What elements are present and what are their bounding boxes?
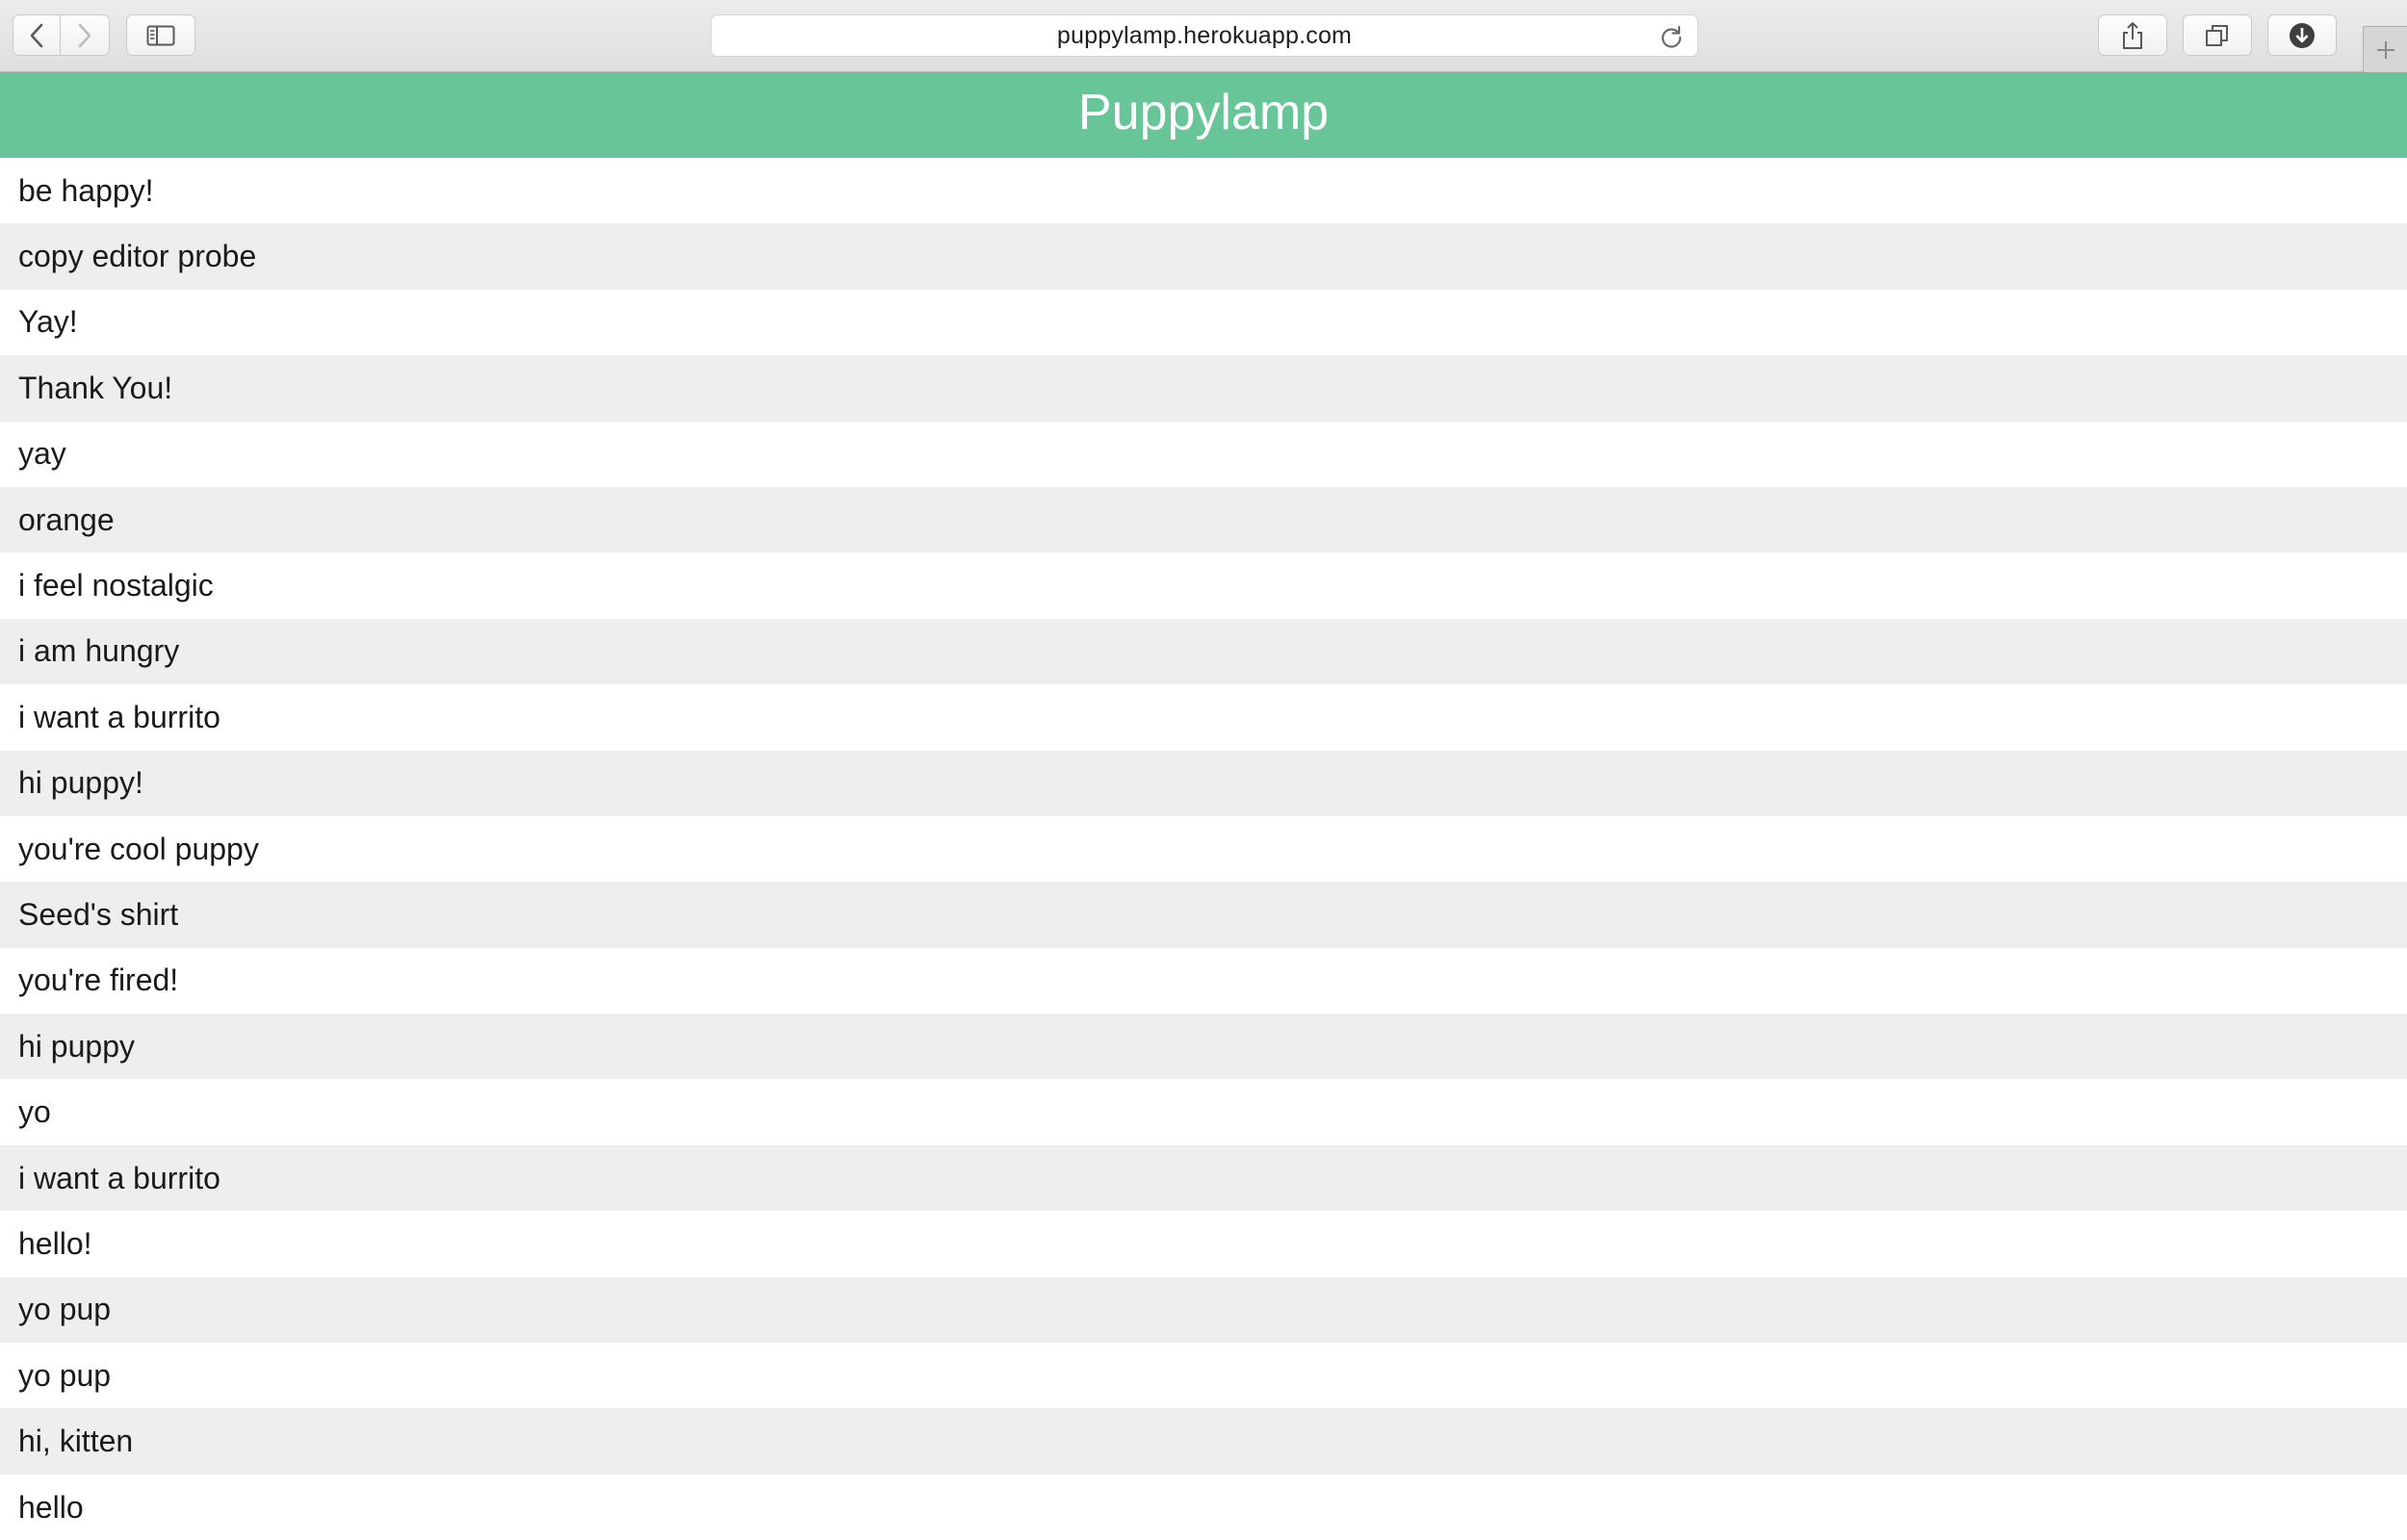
share-icon (2123, 21, 2142, 49)
list-item: Yay! (0, 289, 2407, 356)
tabs-icon (2206, 24, 2228, 46)
list-item: copy editor probe (0, 223, 2407, 290)
reload-icon[interactable] (1659, 24, 1684, 49)
share-button[interactable] (2098, 14, 2167, 56)
list-item: hi, kitten (0, 1408, 2407, 1475)
list-item: hello! (0, 1211, 2407, 1277)
browser-toolbar: puppylamp.herokuapp.com (0, 0, 2407, 72)
sidebar-toggle-button[interactable] (126, 14, 195, 56)
list-item: orange (0, 486, 2407, 553)
new-tab-button[interactable] (2363, 26, 2407, 72)
back-button[interactable] (13, 14, 61, 56)
list-item: yo (0, 1079, 2407, 1145)
url-text: puppylamp.herokuapp.com (1056, 21, 1353, 49)
tab-overview-button[interactable] (2183, 14, 2252, 56)
list-item: Thank You! (0, 355, 2407, 422)
list-item: Seed's shirt (0, 882, 2407, 948)
list-item: hello (0, 1474, 2407, 1540)
list-item: i feel nostalgic (0, 552, 2407, 619)
page-header: Puppylamp (0, 72, 2407, 158)
message-list: be happy! copy editor probe Yay! Thank You!… (0, 158, 2407, 1540)
list-item: yo pup (0, 1343, 2407, 1409)
download-icon (2290, 22, 2315, 48)
chevron-left-icon (30, 23, 43, 47)
list-item: i want a burrito (0, 1144, 2407, 1212)
list-item: you're cool puppy (0, 815, 2407, 883)
chevron-right-icon (78, 23, 91, 47)
list-item: yay (0, 421, 2407, 487)
address-bar[interactable]: puppylamp.herokuapp.com (711, 14, 1698, 57)
downloads-button[interactable] (2267, 14, 2337, 56)
forward-button[interactable] (61, 14, 110, 56)
plus-icon (2376, 40, 2394, 59)
list-item: be happy! (0, 158, 2407, 224)
list-item: i am hungry (0, 618, 2407, 685)
list-item: yo pup (0, 1276, 2407, 1344)
list-item: hi puppy! (0, 750, 2407, 816)
list-item: you're fired! (0, 947, 2407, 1014)
list-item: i want a burrito (0, 684, 2407, 751)
page-title: Puppylamp (1077, 84, 1330, 141)
list-item: hi puppy (0, 1014, 2407, 1080)
sidebar-icon (146, 25, 175, 45)
